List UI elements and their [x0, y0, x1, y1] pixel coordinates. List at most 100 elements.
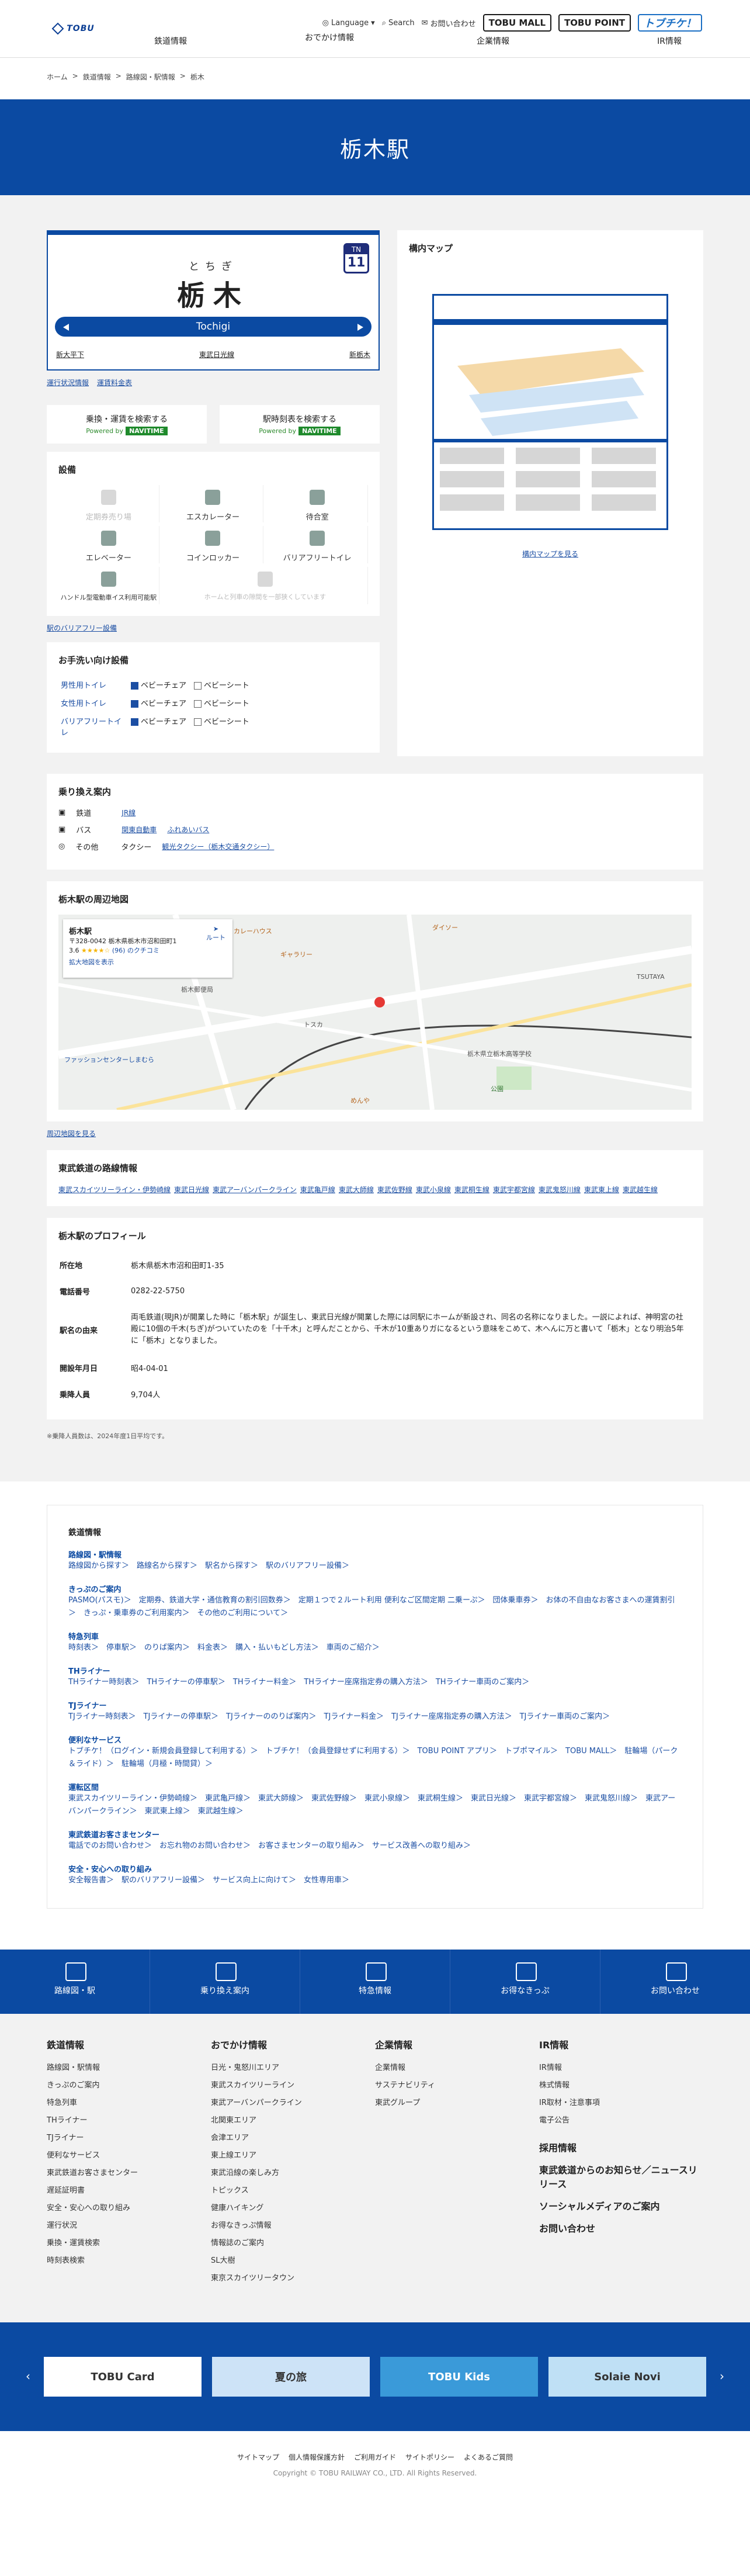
- sitemap-extra-link[interactable]: お問い合わせ: [539, 2221, 703, 2235]
- sitemap-link[interactable]: TJライナー: [47, 2130, 211, 2147]
- map-enlarge-link[interactable]: 拡大地図を表示: [69, 957, 227, 967]
- carousel-next-icon[interactable]: ›: [720, 2369, 724, 2383]
- premises-map-link[interactable]: 構内マップを見る: [522, 550, 578, 558]
- sitemap-link[interactable]: 東京スカイツリータウン: [211, 2270, 375, 2287]
- sitemap-link[interactable]: 会津エリア: [211, 2130, 375, 2147]
- sitemap-link[interactable]: 便利なサービス: [47, 2147, 211, 2165]
- menu-links[interactable]: 安全報告書＞ 駅のバリアフリー設備＞ サービス向上に向けて＞ 女性専用車＞: [68, 1874, 682, 1887]
- sitemap-link[interactable]: 乗換・運賃検索: [47, 2235, 211, 2252]
- sitemap-link[interactable]: SL大樹: [211, 2252, 375, 2270]
- sitemap-link[interactable]: 電子公告: [539, 2112, 703, 2130]
- footer-link[interactable]: サイトポリシー: [405, 2452, 454, 2462]
- sitemap-link[interactable]: きっぷのご案内: [47, 2077, 211, 2094]
- menu-section-title[interactable]: 東武鉄道お客さまセンター: [68, 1829, 682, 1840]
- footer-link[interactable]: よくあるご質問: [464, 2452, 513, 2462]
- sitemap-link[interactable]: お得なきっぷ情報: [211, 2217, 375, 2235]
- fare-search-button[interactable]: 乗換・運賃を検索する Powered by NAVITIME: [47, 405, 207, 444]
- line-link[interactable]: 東武鬼怒川線: [539, 1185, 581, 1194]
- line-link[interactable]: 東武日光線: [174, 1185, 209, 1194]
- nav-railway[interactable]: 鉄道情報: [130, 35, 211, 47]
- sitemap-link[interactable]: 運行状況: [47, 2217, 211, 2235]
- line-link[interactable]: 東武東上線: [584, 1185, 619, 1194]
- transfer-link[interactable]: ふれあいバス: [167, 825, 209, 835]
- menu-section-title[interactable]: 特急列車: [68, 1630, 682, 1642]
- nav-ir[interactable]: IR情報: [629, 35, 710, 47]
- line-link[interactable]: 東武小泉線: [416, 1185, 451, 1194]
- crumb-railway[interactable]: 鉄道情報: [83, 72, 111, 82]
- sitemap-link[interactable]: 企業情報: [375, 2059, 539, 2077]
- line-link[interactable]: 東武佐野線: [377, 1185, 412, 1194]
- sitemap-link[interactable]: サステナビリティ: [375, 2077, 539, 2094]
- menu-links[interactable]: 時刻表＞ 停車駅＞ のりば案内＞ 料金表＞ 購入・払いもどし方法＞ 車両のご紹介…: [68, 1642, 682, 1654]
- banner[interactable]: TOBU Card: [44, 2357, 202, 2397]
- line-link[interactable]: 東武スカイツリーライン・伊勢崎線: [58, 1185, 171, 1194]
- map-route-button[interactable]: ➤ ルート: [206, 925, 225, 942]
- timetable-link[interactable]: 運行状況情報: [47, 378, 89, 387]
- sitemap-extra-link[interactable]: 東武鉄道からのお知らせ／ニュースリリース: [539, 2162, 703, 2190]
- tobu-mall-button[interactable]: TOBU MALL: [482, 14, 552, 32]
- sitemap-link[interactable]: IR取材・注意事項: [539, 2094, 703, 2112]
- menu-links[interactable]: 東武スカイツリーライン・伊勢崎線＞ 東武亀戸線＞ 東武大師線＞ 東武佐野線＞ 東…: [68, 1792, 682, 1818]
- sitemap-link[interactable]: IR情報: [539, 2059, 703, 2077]
- sitemap-link[interactable]: 北関東エリア: [211, 2112, 375, 2130]
- sitemap-link[interactable]: トピックス: [211, 2182, 375, 2200]
- sitemap-link[interactable]: 遅延証明書: [47, 2182, 211, 2200]
- map-reviews[interactable]: (96) のクチコミ: [112, 947, 159, 954]
- sitemap-link[interactable]: 情報誌のご案内: [211, 2235, 375, 2252]
- nav-outing[interactable]: おでかけ情報: [289, 32, 370, 47]
- transfer-link[interactable]: 関東自動車: [121, 825, 157, 835]
- sitemap-link[interactable]: 東武アーバンパークライン: [211, 2094, 375, 2112]
- contact-link[interactable]: ✉ お問い合わせ: [422, 18, 476, 29]
- line-link[interactable]: 東武アーバンパークライン: [213, 1185, 297, 1194]
- quick-link-tickets[interactable]: お得なきっぷ: [450, 1950, 600, 2014]
- menu-section-title[interactable]: 路線図・駅情報: [68, 1549, 682, 1560]
- sitemap-link[interactable]: 健康ハイキング: [211, 2200, 375, 2217]
- nav-company[interactable]: 企業情報: [452, 35, 534, 47]
- barrier-free-link[interactable]: 駅のバリアフリー設備: [47, 624, 117, 632]
- sitemap-link[interactable]: 安全・安心への取り組み: [47, 2200, 211, 2217]
- menu-links[interactable]: 路線図から探す＞ 路線名から探す＞ 駅名から探す＞ 駅のバリアフリー設備＞: [68, 1560, 682, 1573]
- sitemap-extra-link[interactable]: ソーシャルメディアのご案内: [539, 2198, 703, 2213]
- prev-station-link[interactable]: 新大平下: [56, 349, 84, 359]
- sitemap-link[interactable]: 日光・鬼怒川エリア: [211, 2059, 375, 2077]
- sitemap-link[interactable]: 東武グループ: [375, 2094, 539, 2112]
- menu-links[interactable]: TJライナー時刻表＞ TJライナーの停車駅＞ TJライナーののりば案内＞ TJラ…: [68, 1711, 682, 1723]
- tobu-point-button[interactable]: TOBU POINT: [558, 14, 631, 32]
- search-link[interactable]: ⌕ Search: [382, 19, 415, 27]
- next-station-link[interactable]: 新栃木: [349, 349, 370, 359]
- quick-link-limited-express[interactable]: 特急情報: [300, 1950, 450, 2014]
- line-link[interactable]: 東武宇都宮線: [493, 1185, 535, 1194]
- menu-links[interactable]: 電話でのお問い合わせ＞ お忘れ物のお問い合わせ＞ お客さまセンターの取り組み＞ …: [68, 1840, 682, 1853]
- premises-map-image[interactable]: [432, 294, 668, 530]
- banner[interactable]: Solaie Novi: [548, 2357, 706, 2397]
- crumb-routes[interactable]: 路線図・駅情報: [126, 72, 175, 82]
- tobuticket-button[interactable]: トブチケ！: [638, 14, 702, 32]
- transfer-link[interactable]: JR線: [121, 808, 136, 818]
- menu-section-title[interactable]: TJライナー: [68, 1699, 682, 1711]
- line-name-link[interactable]: 東武日光線: [199, 349, 234, 359]
- sitemap-link[interactable]: THライナー: [47, 2112, 211, 2130]
- menu-section-title[interactable]: THライナー: [68, 1665, 682, 1676]
- menu-section-title[interactable]: 運転区間: [68, 1781, 682, 1792]
- nearby-map-link[interactable]: 周辺地図を見る: [47, 1130, 96, 1138]
- line-link[interactable]: 東武大師線: [339, 1185, 374, 1194]
- quick-link-transfer[interactable]: 乗り換え案内: [150, 1950, 300, 2014]
- line-link[interactable]: 東武桐生線: [454, 1185, 489, 1194]
- menu-links[interactable]: PASMO(パスモ)＞ 定期券、鉄道大学・通信教育の割引回数券＞ 定期１つで２ル…: [68, 1594, 682, 1620]
- sitemap-link[interactable]: 東武沿線の楽しみ方: [211, 2165, 375, 2182]
- footer-link[interactable]: 個人情報保護方針: [289, 2452, 345, 2462]
- banner[interactable]: 夏の旅: [212, 2357, 370, 2397]
- sitemap-link[interactable]: 東武スカイツリーライン: [211, 2077, 375, 2094]
- sitemap-extra-link[interactable]: 採用情報: [539, 2140, 703, 2154]
- sitemap-link[interactable]: 東武鉄道お客さまセンター: [47, 2165, 211, 2182]
- tobu-logo[interactable]: TOBU: [47, 12, 99, 45]
- menu-links[interactable]: THライナー時刻表＞ THライナーの停車駅＞ THライナー料金＞ THライナー座…: [68, 1676, 682, 1689]
- sitemap-link[interactable]: 株式情報: [539, 2077, 703, 2094]
- line-link[interactable]: 東武亀戸線: [300, 1185, 335, 1194]
- fare-link[interactable]: 運賃料金表: [97, 378, 132, 387]
- menu-section-title[interactable]: きっぷのご案内: [68, 1583, 682, 1594]
- menu-section-title[interactable]: 安全・安心への取り組み: [68, 1863, 682, 1874]
- nearby-map[interactable]: 栃木駅 〒328-0042 栃木県栃木市沼和田町1 3.6 ★★★★☆ (96)…: [58, 915, 692, 1110]
- line-link[interactable]: 東武越生線: [623, 1185, 658, 1194]
- quick-link-route-map[interactable]: 路線図・駅: [0, 1950, 150, 2014]
